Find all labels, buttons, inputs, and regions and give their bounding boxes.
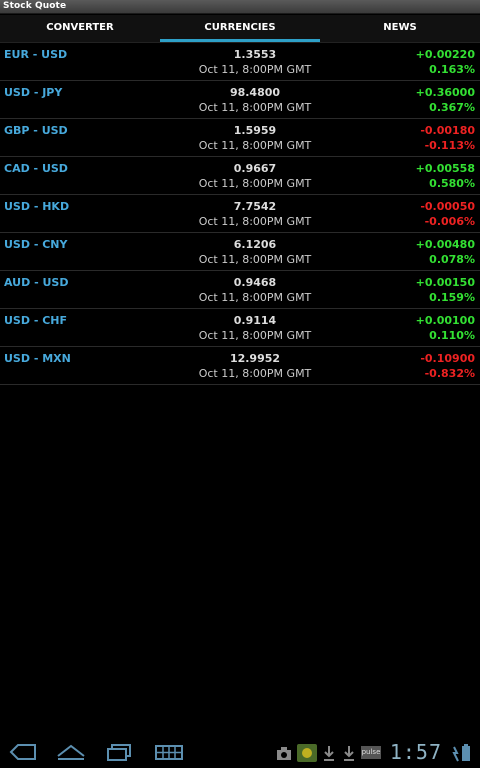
currency-list: EUR - USD 1.3553 Oct 11, 8:00PM GMT +0.0022… <box>0 43 480 385</box>
percent-change: -0.832% <box>424 367 475 380</box>
quote-time: Oct 11, 8:00PM GMT <box>198 329 312 342</box>
currency-pair: USD - HKD <box>4 200 70 213</box>
rate-change: +0.00150 <box>415 276 475 289</box>
currency-row[interactable]: USD - HKD 7.7542 Oct 11, 8:00PM GMT -0.0005… <box>0 195 480 233</box>
percent-change: -0.006% <box>424 215 475 228</box>
exchange-rate: 98.4800 <box>229 86 281 99</box>
quote-time: Oct 11, 8:00PM GMT <box>198 63 312 76</box>
quote-time: Oct 11, 8:00PM GMT <box>198 215 312 228</box>
percent-change: 0.078% <box>429 253 475 266</box>
currency-row[interactable]: AUD - USD 0.9468 Oct 11, 8:00PM GMT +0.0015… <box>0 271 480 309</box>
system-navigation-bar: pulse 1:57 <box>0 738 480 768</box>
rate-change: -0.00050 <box>420 200 475 213</box>
quote-time: Oct 11, 8:00PM GMT <box>198 291 312 304</box>
percent-change: -0.113% <box>424 139 475 152</box>
rate-change: -0.00180 <box>420 124 475 137</box>
camera-icon <box>277 747 291 760</box>
rate-change: +0.36000 <box>415 86 475 99</box>
currency-pair: USD - JPY <box>4 86 63 99</box>
percent-change: 0.159% <box>429 291 475 304</box>
currency-row[interactable]: USD - CHF 0.9114 Oct 11, 8:00PM GMT +0.0010… <box>0 309 480 347</box>
app-title: Stock Quote <box>3 1 67 11</box>
app-notification-icon <box>297 744 317 762</box>
download-icon <box>344 746 354 761</box>
battery-icon <box>452 744 470 762</box>
currency-pair: USD - CNY <box>4 238 68 251</box>
exchange-rate: 0.9468 <box>233 276 277 289</box>
currency-pair: EUR - USD <box>4 48 68 61</box>
tab-converter[interactable]: CONVERTER <box>0 15 160 42</box>
tab-currencies[interactable]: CURRENCIES <box>160 15 320 42</box>
currency-pair: AUD - USD <box>4 276 69 289</box>
rate-change: +0.00220 <box>415 48 475 61</box>
back-icon[interactable] <box>8 742 38 762</box>
currency-row[interactable]: USD - JPY 98.4800 Oct 11, 8:00PM GMT +0.360… <box>0 81 480 119</box>
currency-pair: USD - MXN <box>4 352 71 365</box>
currency-row[interactable]: EUR - USD 1.3553 Oct 11, 8:00PM GMT +0.0022… <box>0 43 480 81</box>
quote-time: Oct 11, 8:00PM GMT <box>198 101 312 114</box>
quote-time: Oct 11, 8:00PM GMT <box>198 367 312 380</box>
quote-time: Oct 11, 8:00PM GMT <box>198 177 312 190</box>
exchange-rate: 6.1206 <box>233 238 277 251</box>
percent-change: 0.110% <box>429 329 475 342</box>
percent-change: 0.367% <box>429 101 475 114</box>
home-icon[interactable] <box>56 742 86 762</box>
rate-change: -0.10900 <box>420 352 475 365</box>
recent-apps-icon[interactable] <box>104 742 134 762</box>
exchange-rate: 0.9114 <box>233 314 277 327</box>
exchange-rate: 1.3553 <box>233 48 277 61</box>
currency-row[interactable]: USD - CNY 6.1206 Oct 11, 8:00PM GMT +0.0048… <box>0 233 480 271</box>
tab-bar: CONVERTER CURRENCIES NEWS <box>0 15 480 43</box>
status-clock: 1:57 <box>389 740 442 764</box>
currency-pair: CAD - USD <box>4 162 68 175</box>
title-bar: Stock Quote <box>0 0 480 14</box>
keyboard-icon[interactable] <box>154 742 184 762</box>
currency-pair: GBP - USD <box>4 124 68 137</box>
rate-change: +0.00480 <box>415 238 475 251</box>
exchange-rate: 0.9667 <box>233 162 277 175</box>
currency-row[interactable]: CAD - USD 0.9667 Oct 11, 8:00PM GMT +0.0055… <box>0 157 480 195</box>
currency-row[interactable]: USD - MXN 12.9952 Oct 11, 8:00PM GMT -0.109… <box>0 347 480 385</box>
rate-change: +0.00100 <box>415 314 475 327</box>
currency-row[interactable]: GBP - USD 1.5959 Oct 11, 8:00PM GMT -0.0018… <box>0 119 480 157</box>
quote-time: Oct 11, 8:00PM GMT <box>198 139 312 152</box>
quote-time: Oct 11, 8:00PM GMT <box>198 253 312 266</box>
tab-news[interactable]: NEWS <box>320 15 480 42</box>
exchange-rate: 7.7542 <box>233 200 277 213</box>
currency-pair: USD - CHF <box>4 314 68 327</box>
pulse-icon: pulse <box>361 746 381 759</box>
exchange-rate: 12.9952 <box>229 352 281 365</box>
exchange-rate: 1.5959 <box>233 124 277 137</box>
percent-change: 0.163% <box>429 63 475 76</box>
percent-change: 0.580% <box>429 177 475 190</box>
rate-change: +0.00558 <box>415 162 475 175</box>
download-icon <box>324 746 334 761</box>
